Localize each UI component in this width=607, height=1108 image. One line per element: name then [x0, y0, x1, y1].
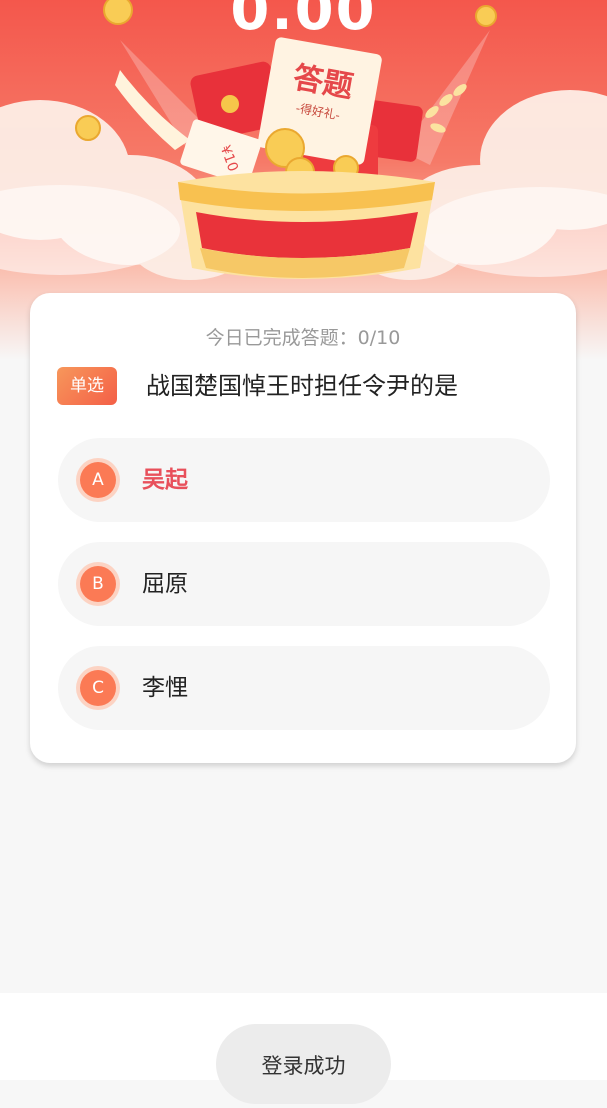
- balance-amount: 0.00: [230, 0, 377, 43]
- question-type-badge: 单选: [57, 367, 117, 405]
- option-b-label: 屈原: [142, 571, 188, 597]
- daily-progress-text: 今日已完成答题：0/10: [205, 327, 401, 349]
- option-a[interactable]: A 吴起: [58, 438, 550, 522]
- option-c-letter-badge: C: [80, 670, 116, 706]
- option-a-letter-badge: A: [80, 462, 116, 498]
- question-text: 战国楚国悼王时担任令尹的是: [146, 372, 458, 400]
- option-b[interactable]: B 屈原: [58, 542, 550, 626]
- option-a-label: 吴起: [142, 467, 188, 493]
- option-c-label: 李悝: [142, 675, 188, 701]
- login-success-toast: 登录成功: [216, 1024, 391, 1104]
- option-c[interactable]: C 李悝: [58, 646, 550, 730]
- quiz-card: 今日已完成答题：0/10 单选 战国楚国悼王时担任令尹的是 A 吴起 B 屈原 …: [30, 293, 576, 763]
- option-b-letter-badge: B: [80, 566, 116, 602]
